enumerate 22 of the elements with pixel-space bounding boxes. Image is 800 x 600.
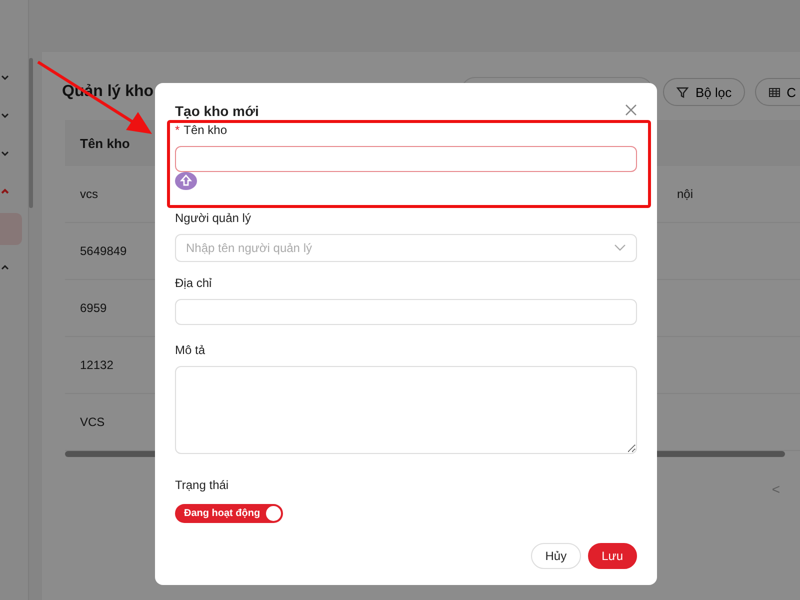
- scrollbar-thumb[interactable]: [29, 58, 33, 208]
- table-cell: nội: [677, 187, 694, 201]
- upload-badge-icon[interactable]: [175, 172, 197, 190]
- cancel-button[interactable]: Hủy: [531, 543, 581, 569]
- dialog-title: Tạo kho mới: [175, 103, 259, 119]
- grid-icon: [768, 86, 781, 98]
- field-label: Tên kho: [184, 123, 228, 137]
- save-button[interactable]: Lưu: [588, 543, 637, 569]
- required-mark: *: [175, 123, 180, 137]
- filter-button[interactable]: Bộ lọc: [663, 78, 745, 106]
- chevron-up-icon[interactable]: [0, 262, 10, 272]
- input-field[interactable]: [175, 146, 637, 172]
- field-label: Địa chỉ: [175, 276, 212, 290]
- filter-icon: [676, 86, 690, 98]
- chevron-down-icon: [614, 244, 626, 252]
- status-toggle[interactable]: Đang hoạt động: [175, 504, 284, 523]
- chevron-up-icon[interactable]: [0, 186, 10, 196]
- field-label: Mô tả: [175, 343, 206, 357]
- table-button[interactable]: C: [754, 78, 800, 106]
- field-label: Người quản lý: [175, 211, 251, 225]
- field-label: Trạng thái: [175, 478, 230, 492]
- close-icon[interactable]: [625, 104, 637, 116]
